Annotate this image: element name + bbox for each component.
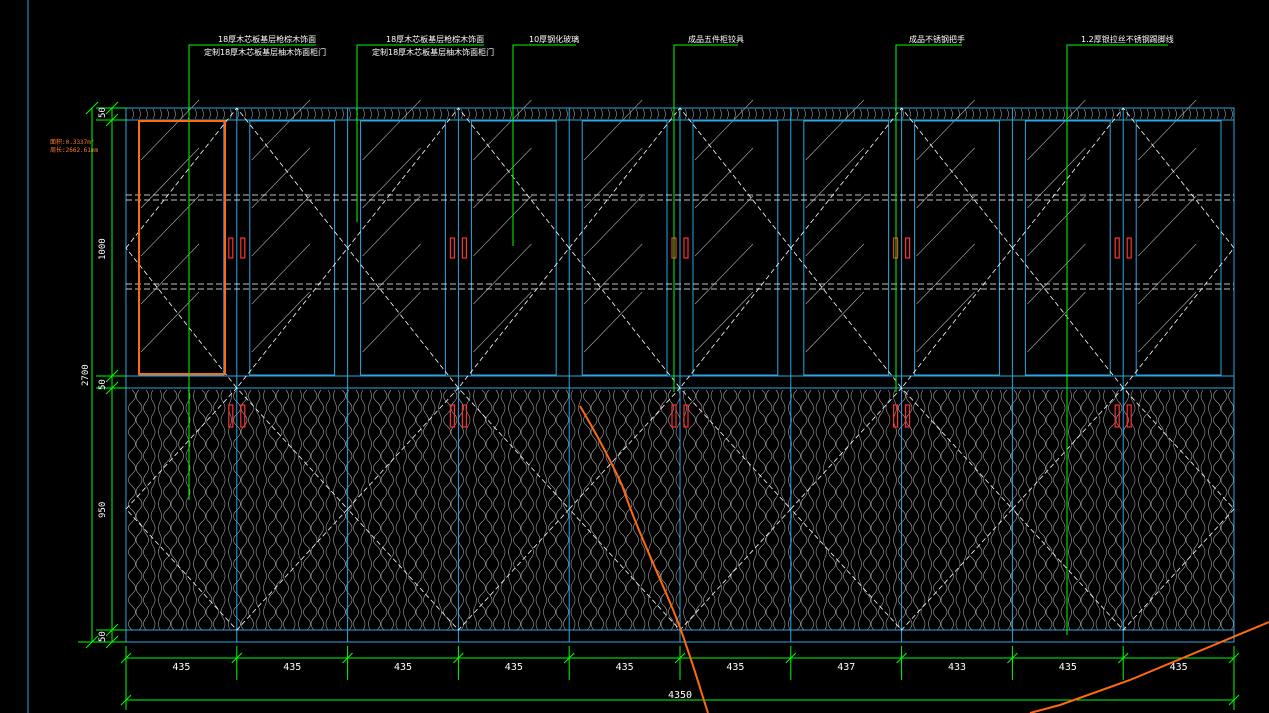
- annotation-hardware: 成品五件柜铰具: [688, 34, 744, 44]
- selection-perimeter-readout: 周长:2662.61mm: [50, 146, 99, 154]
- annotation-wood-veneer-2-line1: 18厚木芯板基层枪棕木饰面: [386, 34, 484, 44]
- dim-lower: 950: [98, 502, 108, 518]
- dim-overall-width: 4350: [668, 690, 692, 701]
- dim-label-col-2: 435: [394, 662, 412, 673]
- dim-label-col-5: 435: [726, 662, 744, 673]
- dim-label-col-4: 435: [616, 662, 634, 673]
- annotation-glass: 10厚钢化玻璃: [529, 34, 579, 44]
- selection-area-readout: 面积:0.3337m²: [50, 138, 95, 146]
- dim-label-col-7: 433: [948, 662, 966, 673]
- annotation-trim: 1.2厚银拉丝不锈钢踢脚线: [1081, 34, 1174, 44]
- dim-bottom-strip: 50: [98, 631, 108, 642]
- dim-label-col-1: 435: [283, 662, 301, 673]
- cad-drawing-canvas[interactable]: 18厚木芯板基层枪棕木饰面 定制18厚木芯板基层柚木饰面柜门 18厚木芯板基层枪…: [0, 0, 1269, 713]
- dim-label-col-8: 435: [1059, 662, 1077, 673]
- dim-label-col-0: 435: [172, 662, 190, 673]
- dim-top-strip: 50: [98, 107, 108, 118]
- annotation-wood-veneer-1-line1: 18厚木芯板基层枪棕木饰面: [218, 34, 316, 44]
- annotation-wood-veneer-2-line2: 定制18厚木芯板基层柚木饰面柜门: [372, 47, 494, 57]
- annotation-handle: 成品不锈钢把手: [909, 34, 965, 44]
- dim-mid-strip: 50: [98, 379, 108, 390]
- dim-total-height: 2700: [81, 364, 91, 386]
- dim-label-col-6: 437: [837, 662, 855, 673]
- dim-label-col-3: 435: [505, 662, 523, 673]
- annotation-wood-veneer-1-line2: 定制18厚木芯板基层柚木饰面柜门: [204, 47, 326, 57]
- dim-label-col-9: 435: [1170, 662, 1188, 673]
- dim-upper: 1000: [98, 238, 108, 260]
